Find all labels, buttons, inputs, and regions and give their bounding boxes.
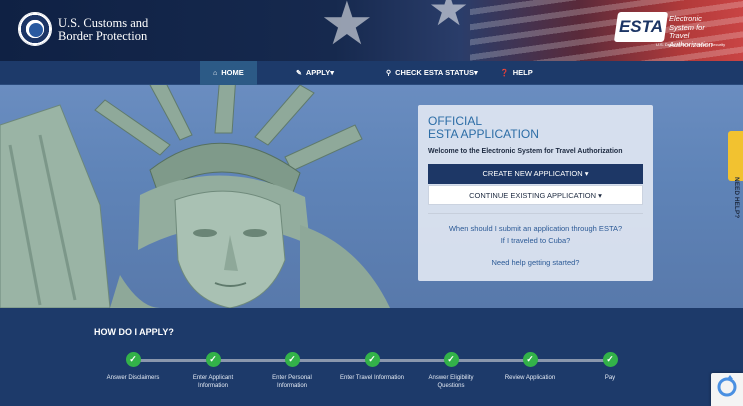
step-item: ✓ Answer Disclaimers [93,352,173,382]
need-help-label: NEED HELP? [733,177,740,219]
check-icon: ✓ [364,352,380,367]
nav-check-status-label: CHECK ESTA STATUS [395,68,475,77]
site-header: ★ ★ U.S. Customs and Border Protection E… [0,0,743,61]
steps-title: HOW DO I APPLY? [94,327,174,337]
flag-star-icon: ★ [428,0,470,35]
step-item: ✓ Pay [570,352,650,382]
how-to-apply-section: HOW DO I APPLY? ✓ Answer Disclaimers ✓ E… [0,308,743,406]
need-help-tab[interactable]: NEED HELP? [728,131,743,218]
caret-down-icon: ▾ [584,169,589,178]
nav-help[interactable]: ❓ HELP [500,61,533,85]
step-label: Answer Eligibility Questions [428,375,474,389]
recaptcha-icon [717,375,737,397]
nav-check-status[interactable]: ⚲ CHECK ESTA STATUS▾ [386,61,478,85]
esta-logo-text: ESTA [618,17,664,36]
caret-down-icon: ▾ [474,68,478,77]
card-divider [428,213,643,214]
home-icon: ⌂ [213,70,218,77]
step-label: Pay [604,375,616,381]
question-icon: ❓ [500,70,509,77]
step-label: Enter Applicant Information [192,375,234,389]
step-item: ✓ Enter Travel Information [332,352,412,382]
step-item: ✓ Enter Personal Information [252,352,332,390]
create-new-application-button[interactable]: CREATE NEW APPLICATION ▾ [428,164,643,184]
check-icon: ✓ [522,352,538,367]
step-label: Enter Personal Information [272,375,312,389]
card-title: OFFICIAL ESTA APPLICATION [428,115,539,141]
caret-down-icon: ▾ [330,68,334,77]
caret-down-icon: ▾ [598,191,602,200]
recaptcha-badge[interactable] [711,373,743,406]
step-item: ✓ Answer Eligibility Questions [411,352,491,390]
nav-apply-label: APPLY [305,68,331,77]
esta-dept: U.S. Department of Homeland Security [656,42,726,47]
card-title-line-2: ESTA APPLICATION [428,127,539,141]
check-icon: ✓ [284,352,300,367]
esta-logo[interactable]: ESTA Electronic System for Travel Author… [613,12,728,50]
welcome-text: Welcome to the Electronic System for Tra… [428,148,623,155]
step-label: Enter Travel Information [339,375,405,381]
statue-of-liberty-image [0,85,390,308]
check-icon: ✓ [205,352,221,367]
step-item: ✓ Enter Applicant Information [173,352,253,390]
nav-home-label: HOME [221,68,244,77]
step-item: ✓ Review Application [490,352,570,382]
nav-help-label: HELP [512,68,533,77]
step-label: Answer Disclaimers [106,375,160,381]
agency-line-2: Border Protection [58,29,148,43]
search-icon: ⚲ [386,70,392,77]
continue-existing-application-button[interactable]: CONTINUE EXISTING APPLICATION ▾ [428,185,643,205]
cbp-seal-icon[interactable] [18,12,52,46]
step-label: Review Application [504,375,556,381]
submit-timing-link[interactable]: When should I submit an application thro… [418,224,653,233]
agency-name[interactable]: U.S. Customs and Border Protection [58,17,148,43]
application-card: OFFICIAL ESTA APPLICATION Welcome to the… [418,105,653,281]
main-nav: ⌂ HOME ✎ APPLY▾ ⚲ CHECK ESTA STATUS▾ ❓ HELP [0,61,743,85]
check-icon: ✓ [443,352,459,367]
create-button-label: CREATE NEW APPLICATION [482,169,583,178]
check-icon: ✓ [602,352,618,367]
esta-desc-line-1: Electronic System for [669,14,705,32]
cuba-travel-link[interactable]: If I traveled to Cuba? [418,236,653,245]
check-icon: ✓ [125,352,141,367]
pencil-icon: ✎ [296,70,302,77]
help-getting-started-link[interactable]: Need help getting started? [418,258,653,267]
nav-home[interactable]: ⌂ HOME [200,61,257,85]
flag-star-icon: ★ [320,0,374,57]
continue-button-label: CONTINUE EXISTING APPLICATION [469,191,597,200]
nav-apply[interactable]: ✎ APPLY▾ [296,61,334,85]
